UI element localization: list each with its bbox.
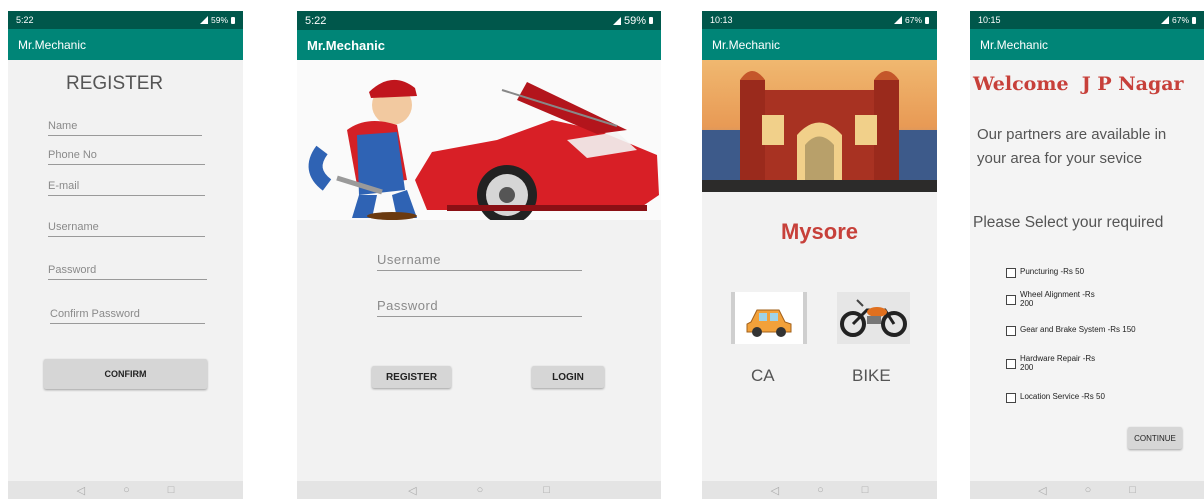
- status-time: 10:13: [710, 15, 733, 25]
- battery-icon: [925, 16, 929, 24]
- battery-icon: [649, 17, 653, 24]
- home-icon[interactable]: ○: [817, 484, 824, 496]
- checkbox[interactable]: [1006, 268, 1016, 278]
- phone-screen-services: 10:15 67% Mr.Mechanic Welcome J P Nagar …: [970, 11, 1204, 499]
- battery-percent: 59%: [210, 15, 228, 25]
- signal-icon: [1160, 16, 1169, 24]
- username-field[interactable]: Username: [48, 221, 205, 237]
- service-option-hardware-repair[interactable]: Hardware Repair -Rs 200: [1006, 354, 1095, 372]
- welcome-heading: Welcome J P Nagar: [973, 73, 1184, 95]
- username-input[interactable]: Username: [377, 252, 582, 271]
- phone-screen-login: 5:22 59% Mr.Mechanic Username Password R…: [297, 11, 661, 499]
- service-option-puncturing[interactable]: Puncturing -Rs 50: [1006, 267, 1084, 278]
- city-name: Mysore: [780, 219, 859, 244]
- checkbox[interactable]: [1006, 393, 1016, 403]
- continue-button[interactable]: CONTINUE: [1128, 427, 1182, 449]
- car-icon: [746, 309, 792, 337]
- confirm-password-field[interactable]: Confirm Password: [50, 308, 205, 324]
- email-field[interactable]: E-mail: [48, 180, 205, 196]
- battery-percent: 67%: [1171, 15, 1189, 25]
- bike-button[interactable]: [837, 292, 910, 344]
- status-time: 10:15: [978, 15, 1001, 25]
- checkbox[interactable]: [1006, 326, 1016, 336]
- mechanic-car-image: [308, 79, 659, 225]
- confirm-button[interactable]: CONFIRM: [44, 359, 207, 389]
- name-field[interactable]: Name: [48, 120, 202, 136]
- recents-icon[interactable]: □: [1129, 484, 1136, 496]
- recents-icon[interactable]: □: [862, 484, 869, 496]
- checkbox[interactable]: [1006, 359, 1016, 369]
- select-heading: Please Select your required: [973, 214, 1164, 231]
- recents-icon[interactable]: □: [543, 484, 550, 496]
- nav-bar: ◁ ○ □: [702, 481, 937, 499]
- partners-text-line2: your area for your sevice: [977, 150, 1143, 167]
- checkbox[interactable]: [1006, 295, 1016, 305]
- status-bar: 5:22 59%: [297, 11, 661, 30]
- back-icon[interactable]: ◁: [77, 484, 85, 497]
- app-title: Mr.Mechanic: [712, 37, 781, 52]
- battery-icon: [231, 16, 235, 24]
- battery-icon: [1192, 16, 1196, 24]
- login-button[interactable]: LOGIN: [532, 366, 604, 388]
- nav-bar: ◁ ○ □: [297, 481, 661, 499]
- car-label: CA: [751, 366, 775, 385]
- signal-icon: [199, 16, 208, 24]
- nav-bar: ◁ ○ □: [970, 481, 1204, 499]
- back-icon[interactable]: ◁: [771, 484, 779, 497]
- status-time: 5:22: [16, 15, 34, 25]
- app-title: Mr.Mechanic: [980, 37, 1049, 52]
- battery-percent: 67%: [904, 15, 922, 25]
- status-bar: 5:22 59%: [8, 11, 243, 29]
- app-bar: Mr.Mechanic: [297, 30, 661, 60]
- signal-icon: [893, 16, 902, 24]
- register-title: REGISTER: [66, 73, 164, 94]
- palace-image: [702, 60, 937, 192]
- status-bar: 10:15 67%: [970, 11, 1204, 29]
- home-icon[interactable]: ○: [1085, 484, 1092, 496]
- mechanic-car-illustration: [297, 60, 661, 225]
- home-icon[interactable]: ○: [477, 484, 484, 496]
- app-bar: Mr.Mechanic: [8, 29, 243, 60]
- phone-screen-vehicle-select: 10:13 67% Mr.Mechanic Mysore CA BIKE ◁ ○…: [702, 11, 937, 499]
- home-icon[interactable]: ○: [123, 484, 130, 496]
- service-option-gear-brake[interactable]: Gear and Brake System -Rs 150: [1006, 325, 1136, 336]
- app-bar: Mr.Mechanic: [970, 29, 1204, 60]
- service-option-location[interactable]: Location Service -Rs 50: [1006, 392, 1105, 403]
- status-time: 5:22: [305, 14, 327, 27]
- car-button[interactable]: [731, 292, 807, 344]
- bike-label: BIKE: [852, 366, 891, 385]
- app-bar: Mr.Mechanic: [702, 29, 937, 60]
- app-title: Mr.Mechanic: [18, 37, 87, 52]
- status-bar: 10:13 67%: [702, 11, 937, 29]
- partners-text-line1: Our partners are available in: [977, 126, 1167, 143]
- battery-percent: 59%: [623, 14, 646, 27]
- password-field[interactable]: Password: [48, 264, 207, 280]
- password-input[interactable]: Password: [377, 298, 582, 317]
- back-icon[interactable]: ◁: [1038, 484, 1046, 497]
- back-icon[interactable]: ◁: [408, 484, 416, 497]
- signal-icon: [612, 16, 621, 25]
- bike-icon: [840, 299, 907, 337]
- register-button[interactable]: REGISTER: [372, 366, 451, 388]
- service-option-wheel-alignment[interactable]: Wheel Alignment -Rs 200: [1006, 290, 1095, 308]
- app-title: Mr.Mechanic: [307, 37, 386, 53]
- phone-screen-register: 5:22 59% Mr.Mechanic REGISTER Name Phone…: [8, 11, 243, 499]
- phone-field[interactable]: Phone No: [48, 149, 205, 165]
- recents-icon[interactable]: □: [168, 484, 175, 496]
- nav-bar: ◁ ○ □: [8, 481, 243, 499]
